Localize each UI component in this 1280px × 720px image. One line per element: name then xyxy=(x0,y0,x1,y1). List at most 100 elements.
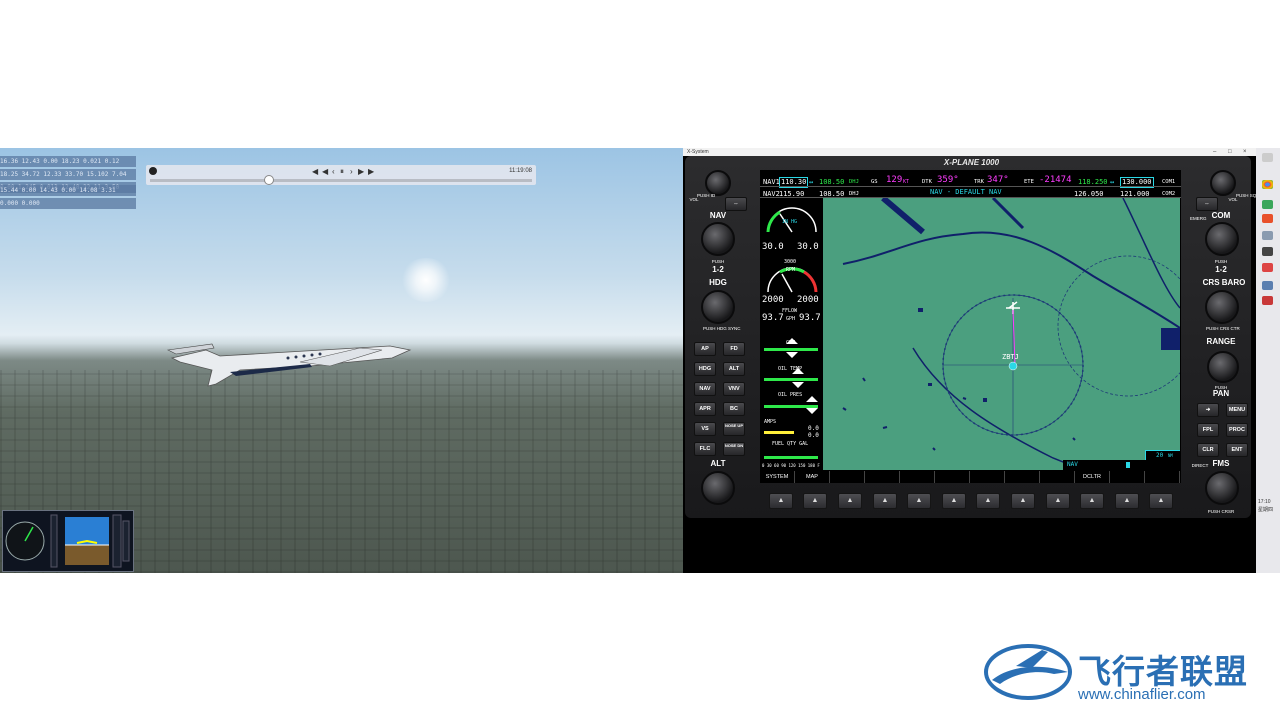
window-titlebar[interactable]: X-System – □ × xyxy=(683,148,1256,156)
softkey-11[interactable]: ▲ xyxy=(1115,493,1139,509)
replay-scrubber[interactable] xyxy=(264,175,275,185)
vnv-button[interactable]: VNV xyxy=(723,382,745,396)
nav-cursor xyxy=(1126,462,1130,468)
watermark-url: www.chinaflier.com xyxy=(1078,686,1206,703)
apr-button[interactable]: APR xyxy=(694,402,716,416)
nav-mode-title: NAV - DEFAULT NAV xyxy=(930,188,1002,196)
close-icon[interactable]: × xyxy=(1243,148,1247,156)
com-vol-knob[interactable] xyxy=(1210,170,1236,196)
proc-button[interactable]: PROC xyxy=(1226,423,1248,437)
pause-button[interactable]: ⏸ xyxy=(340,167,344,177)
step-back-button[interactable]: ‹ xyxy=(332,167,335,176)
hdg-sync-label: PUSH HDG SYNC xyxy=(703,326,741,331)
map-label: IN HG xyxy=(782,219,798,225)
softkey-2[interactable]: ▲ xyxy=(803,493,827,509)
map-graphics xyxy=(842,198,1180,470)
hdg-button[interactable]: HDG xyxy=(694,362,716,376)
softkey-9[interactable]: ▲ xyxy=(1046,493,1070,509)
menu-button[interactable]: MENU xyxy=(1226,403,1248,417)
push-sq-label: PUSH SQ xyxy=(1236,193,1257,198)
softkey-10[interactable]: ▲ xyxy=(1080,493,1104,509)
crs-baro-knob[interactable] xyxy=(1205,290,1239,324)
ent-button[interactable]: ENT xyxy=(1226,443,1248,457)
com-knob[interactable] xyxy=(1205,222,1239,256)
g1000-title: X-PLANE 1000 xyxy=(943,158,1000,167)
chrome-icon[interactable] xyxy=(1262,180,1273,189)
nav-swap-button[interactable]: ⇔ xyxy=(725,197,747,211)
amps-bottom: 0.0 xyxy=(808,432,819,439)
hdg-knob-label: HDG xyxy=(709,278,727,287)
alt-knob[interactable] xyxy=(701,471,735,505)
replay-stop-icon[interactable] xyxy=(149,167,157,175)
nav-knob[interactable] xyxy=(701,222,735,256)
clr-button[interactable]: CLR xyxy=(1197,443,1219,457)
oil-temp-label: OIL TEMP xyxy=(778,366,803,372)
replay-bar[interactable]: ◀ ◀ ‹ ⏸ › ▶ ▶ 11:19:08 xyxy=(146,165,536,185)
emerg-label: EMERG xyxy=(1190,216,1207,221)
nose-dn-button[interactable]: NOSE DN xyxy=(723,442,745,456)
softkey-label xyxy=(900,471,935,483)
pan-label: PAN xyxy=(1212,389,1230,398)
app-icon[interactable] xyxy=(1262,281,1273,290)
fpl-button[interactable]: FPL xyxy=(1197,423,1219,437)
softkey-6[interactable]: ▲ xyxy=(942,493,966,509)
softkey-3[interactable]: ▲ xyxy=(838,493,862,509)
debug-row: 15.44 0.00 14.43 0.00 14.08 3.31 xyxy=(0,185,136,196)
softkey-label xyxy=(935,471,970,483)
step-forward-button[interactable]: › xyxy=(350,167,353,176)
fd-button[interactable]: FD xyxy=(723,342,745,356)
nav-knob-label: NAV xyxy=(709,211,727,220)
amps-label: AMPS xyxy=(764,419,777,425)
softkey-label xyxy=(830,471,865,483)
play-button[interactable]: ▶ xyxy=(358,167,364,176)
range-knob[interactable] xyxy=(1207,351,1239,383)
fms-knob-label: FMS xyxy=(1212,459,1230,468)
push-crsr-label: PUSH CRSR xyxy=(1207,509,1235,514)
softkey-1[interactable]: ▲ xyxy=(769,493,793,509)
nav-status-box: NAV xyxy=(1063,460,1180,470)
app-icon[interactable] xyxy=(1262,296,1273,305)
rpm-left: 2000 xyxy=(762,295,784,305)
taskbar-clock[interactable]: 17:10 xyxy=(1258,499,1271,505)
ap-button[interactable]: AP xyxy=(694,342,716,356)
nav-button[interactable]: NAV xyxy=(694,382,716,396)
vs-button[interactable]: VS xyxy=(694,422,716,436)
app-icon[interactable] xyxy=(1262,247,1273,256)
app-icon[interactable] xyxy=(1262,231,1273,240)
minimize-icon[interactable]: – xyxy=(1213,148,1216,156)
softkey-8[interactable]: ▲ xyxy=(1011,493,1035,509)
brave-icon[interactable] xyxy=(1262,214,1273,223)
taskbar-date[interactable]: 星期四 xyxy=(1258,506,1273,513)
direct-to-button[interactable]: ➜ xyxy=(1197,403,1219,417)
mini-pfd-graphic xyxy=(5,514,130,568)
replay-timeline[interactable] xyxy=(150,179,532,182)
ete-value: -21474 xyxy=(1039,175,1072,185)
rewind-button[interactable]: ◀ xyxy=(322,167,328,176)
softkey-label xyxy=(1040,471,1075,483)
fast-forward-button[interactable]: ▶ xyxy=(368,167,374,176)
app-icon[interactable] xyxy=(1262,153,1273,162)
softkey-12[interactable]: ▲ xyxy=(1149,493,1173,509)
fflow-right: 93.7 xyxy=(799,313,821,323)
fms-knob[interactable] xyxy=(1205,471,1239,505)
rewind-fast-button[interactable]: ◀ xyxy=(312,167,318,176)
softkey-4[interactable]: ▲ xyxy=(873,493,897,509)
com-swap-button[interactable]: ⇔ xyxy=(1196,197,1218,211)
hdg-knob[interactable] xyxy=(701,290,735,324)
crs-baro-label: CRS BARO xyxy=(1202,278,1246,287)
flc-button[interactable]: FLC xyxy=(694,442,716,456)
moving-map[interactable]: ZBTJ 20 NM NAV xyxy=(823,198,1180,470)
app-icon[interactable] xyxy=(1262,200,1273,209)
bc-button[interactable]: BC xyxy=(723,402,745,416)
softkey-7[interactable]: ▲ xyxy=(976,493,1000,509)
alt-button[interactable]: ALT xyxy=(723,362,745,376)
softkey-label xyxy=(1110,471,1145,483)
softkey-5[interactable]: ▲ xyxy=(907,493,931,509)
nose-up-button[interactable]: NOSE UP xyxy=(723,422,745,436)
softkey-label xyxy=(1005,471,1040,483)
map-right: 30.0 xyxy=(797,242,819,252)
maximize-icon[interactable]: □ xyxy=(1228,148,1232,156)
map-range-value: 20 xyxy=(1156,452,1164,459)
app-icon[interactable] xyxy=(1262,263,1273,272)
gs-value: 129 xyxy=(886,175,903,185)
